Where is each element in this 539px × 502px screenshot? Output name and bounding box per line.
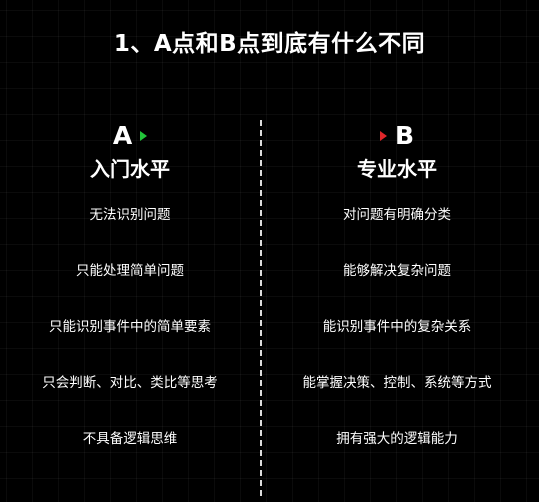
list-item: 只会判断、对比、类比等思考 [42,375,218,391]
list-item: 拥有强大的逻辑能力 [336,431,458,447]
list-item: 只能处理简单问题 [76,263,184,279]
list-item: 对问题有明确分类 [343,207,451,223]
list-item: 能够解决复杂问题 [343,263,451,279]
list-item: 无法识别问题 [89,207,171,223]
dashed-divider [260,120,262,496]
point-a-list: 无法识别问题 只能处理简单问题 只能识别事件中的简单要素 只会判断、对比、类比等… [5,206,255,486]
point-b-list: 对问题有明确分类 能够解决复杂问题 能识别事件中的复杂关系 能掌握决策、控制、系… [272,206,522,486]
point-a-level: 入门水平 [90,157,170,181]
point-b-header: B [272,120,522,152]
list-item: 不具备逻辑思维 [82,431,178,447]
list-item: 能掌握决策、控制、系统等方式 [302,375,492,391]
point-a-header: A [5,120,255,152]
list-item: 只能识别事件中的简单要素 [49,319,211,335]
red-triangle-icon [379,131,387,141]
green-triangle-icon [140,131,148,141]
point-b-letter: B [394,121,415,150]
list-item: 能识别事件中的复杂关系 [322,319,472,335]
point-a-letter: A [112,121,133,150]
page-title: 1、A点和B点到底有什么不同 [113,31,426,57]
column-a: A 入门水平 无法识别问题 只能处理简单问题 只能识别事件中的简单要素 只会判断… [5,120,255,486]
point-b-level: 专业水平 [357,157,437,181]
column-b: B 专业水平 对问题有明确分类 能够解决复杂问题 能识别事件中的复杂关系 能掌握… [272,120,522,486]
